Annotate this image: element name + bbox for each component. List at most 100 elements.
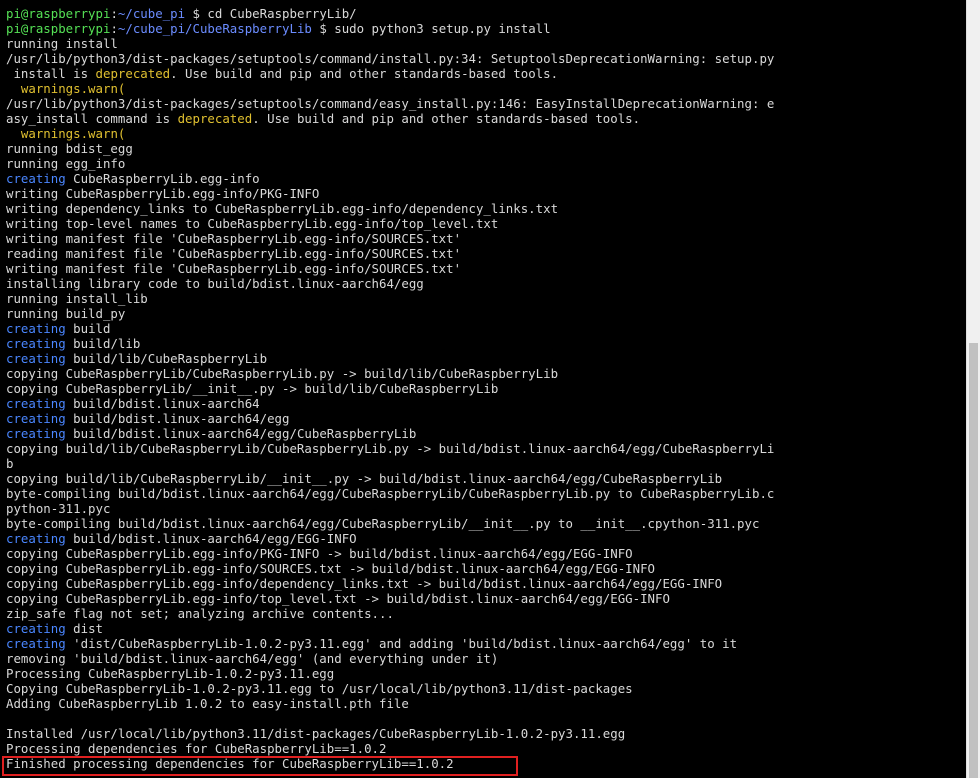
terminal-line: writing CubeRaspberryLib.egg-info/PKG-IN… <box>6 186 966 201</box>
terminal-line: copying CubeRaspberryLib.egg-info/top_le… <box>6 591 966 606</box>
vertical-scrollbar[interactable] <box>966 0 980 778</box>
terminal-text-segment: removing 'build/bdist.linux-aarch64/egg'… <box>6 651 499 666</box>
terminal-text-segment: Processing CubeRaspberryLib-1.0.2-py3.11… <box>6 666 335 681</box>
terminal-line: running build_py <box>6 306 966 321</box>
terminal-text-segment: creating <box>6 396 66 411</box>
terminal-text-segment: python-311.pyc <box>6 501 111 516</box>
terminal-line: creating CubeRaspberryLib.egg-info <box>6 171 966 186</box>
terminal-text-segment: creating <box>6 621 66 636</box>
scrollbar-thumb[interactable] <box>969 343 978 778</box>
terminal-line: installing library code to build/bdist.l… <box>6 276 966 291</box>
terminal-text-segment: writing top-level names to CubeRaspberry… <box>6 216 499 231</box>
terminal-text-segment: /usr/lib/python3/dist-packages/setuptool… <box>6 51 775 66</box>
terminal-line: creating build/bdist.linux-aarch64/egg <box>6 411 966 426</box>
terminal-line: removing 'build/bdist.linux-aarch64/egg'… <box>6 651 966 666</box>
terminal-text-segment: asy_install command is <box>6 111 178 126</box>
terminal-text-segment: build/bdist.linux-aarch64 <box>65 396 260 411</box>
terminal-line: copying CubeRaspberryLib.egg-info/SOURCE… <box>6 561 966 576</box>
terminal-text-segment: warnings.warn( <box>20 126 126 141</box>
terminal-line: Finished processing dependencies for Cub… <box>6 756 966 771</box>
terminal-line: install is deprecated. Use build and pip… <box>6 66 966 81</box>
terminal-line: Copying CubeRaspberryLib-1.0.2-py3.11.eg… <box>6 681 966 696</box>
terminal-text-segment: running install_lib <box>6 291 148 306</box>
terminal-line: copying CubeRaspberryLib.egg-info/PKG-IN… <box>6 546 966 561</box>
terminal-text-segment: pi@raspberrypi <box>6 6 111 21</box>
terminal-line: writing manifest file 'CubeRaspberryLib.… <box>6 231 966 246</box>
terminal-text-segment: b <box>6 456 14 471</box>
terminal-text-segment: /usr/lib/python3/dist-packages/setuptool… <box>6 96 775 111</box>
terminal-line: creating build/bdist.linux-aarch64/egg/E… <box>6 531 966 546</box>
terminal-line: zip_safe flag not set; analyzing archive… <box>6 606 966 621</box>
terminal-text-segment: : <box>110 21 118 36</box>
terminal-text-segment: writing manifest file 'CubeRaspberryLib.… <box>6 261 462 276</box>
terminal-line: warnings.warn( <box>6 126 966 141</box>
terminal-text-segment: deprecated <box>95 66 171 81</box>
terminal-line: running bdist_egg <box>6 141 966 156</box>
terminal-line: creating build/lib/CubeRaspberryLib <box>6 351 966 366</box>
terminal-line: running install_lib <box>6 291 966 306</box>
terminal-line: byte-compiling build/bdist.linux-aarch64… <box>6 486 966 501</box>
terminal-text-segment: writing manifest file 'CubeRaspberryLib.… <box>6 231 462 246</box>
terminal-line: writing manifest file 'CubeRaspberryLib.… <box>6 261 966 276</box>
terminal-text-segment: build/lib <box>65 336 141 351</box>
terminal-text-segment: build/lib/CubeRaspberryLib <box>65 351 268 366</box>
terminal-text-segment: byte-compiling build/bdist.linux-aarch64… <box>6 516 760 531</box>
terminal-text-segment: writing dependency_links to CubeRaspberr… <box>6 201 559 216</box>
terminal-text-segment: copying CubeRaspberryLib.egg-info/SOURCE… <box>6 561 656 576</box>
terminal-text-segment: running bdist_egg <box>6 141 133 156</box>
terminal-text-segment: Copying CubeRaspberryLib-1.0.2-py3.11.eg… <box>6 681 633 696</box>
terminal-text-segment: creating <box>6 531 66 546</box>
terminal-text-segment: copying build/lib/CubeRaspberryLib/CubeR… <box>6 441 775 456</box>
terminal-text-segment: byte-compiling build/bdist.linux-aarch64… <box>6 486 775 501</box>
terminal-text-segment: installing library code to build/bdist.l… <box>6 276 424 291</box>
terminal-output: pi@raspberrypi:~/cube_pi $ cd CubeRaspbe… <box>6 6 966 771</box>
terminal-text-segment: creating <box>6 336 66 351</box>
terminal-text-segment: build <box>65 321 111 336</box>
terminal-line: /usr/lib/python3/dist-packages/setuptool… <box>6 96 966 111</box>
terminal-line: copying CubeRaspberryLib/CubeRaspberryLi… <box>6 366 966 381</box>
terminal-line: pi@raspberrypi:~/cube_pi/CubeRaspberryLi… <box>6 21 966 36</box>
terminal-line: writing top-level names to CubeRaspberry… <box>6 216 966 231</box>
terminal-text-segment: . Use build and pip and other standards-… <box>252 111 641 126</box>
terminal-text-segment: . Use build and pip and other standards-… <box>170 66 559 81</box>
terminal-line: Adding CubeRaspberryLib 1.0.2 to easy-in… <box>6 696 966 711</box>
terminal-line: byte-compiling build/bdist.linux-aarch64… <box>6 516 966 531</box>
terminal-text-segment: creating <box>6 636 66 651</box>
terminal-text-segment: dist <box>65 621 103 636</box>
terminal-text-segment: zip_safe flag not set; analyzing archive… <box>6 606 394 621</box>
terminal-text-segment: copying build/lib/CubeRaspberryLib/__ini… <box>6 471 723 486</box>
terminal-text-segment: 'dist/CubeRaspberryLib-1.0.2-py3.11.egg'… <box>65 636 738 651</box>
terminal-line: running egg_info <box>6 156 966 171</box>
terminal-line: creating 'dist/CubeRaspberryLib-1.0.2-py… <box>6 636 966 651</box>
terminal-text-segment: copying CubeRaspberryLib.egg-info/top_le… <box>6 591 670 606</box>
terminal-line: creating build <box>6 321 966 336</box>
terminal-text-segment: $ cd CubeRaspberryLib/ <box>185 6 357 21</box>
terminal-text-segment: copying CubeRaspberryLib/CubeRaspberryLi… <box>6 366 559 381</box>
terminal-text-segment: CubeRaspberryLib.egg-info <box>65 171 260 186</box>
terminal-text-segment: build/bdist.linux-aarch64/egg <box>65 411 290 426</box>
terminal-line: /usr/lib/python3/dist-packages/setuptool… <box>6 51 966 66</box>
terminal-line: running install <box>6 36 966 51</box>
terminal-line: copying build/lib/CubeRaspberryLib/CubeR… <box>6 441 966 456</box>
terminal-line: creating dist <box>6 621 966 636</box>
terminal-text-segment: build/bdist.linux-aarch64/egg/EGG-INFO <box>65 531 357 546</box>
terminal-text-segment: Adding CubeRaspberryLib 1.0.2 to easy-in… <box>6 696 409 711</box>
terminal-line: Processing dependencies for CubeRaspberr… <box>6 741 966 756</box>
terminal-window[interactable]: pi@raspberrypi:~/cube_pi $ cd CubeRaspbe… <box>0 0 966 778</box>
terminal-text-segment: pi@raspberrypi <box>6 21 111 36</box>
terminal-text-segment: : <box>110 6 118 21</box>
terminal-text-segment: writing CubeRaspberryLib.egg-info/PKG-IN… <box>6 186 320 201</box>
terminal-text-segment: copying CubeRaspberryLib.egg-info/depend… <box>6 576 723 591</box>
terminal-line: copying build/lib/CubeRaspberryLib/__ini… <box>6 471 966 486</box>
terminal-line: Installed /usr/local/lib/python3.11/dist… <box>6 726 966 741</box>
terminal-text-segment: Processing dependencies for CubeRaspberr… <box>6 741 387 756</box>
terminal-text-segment: Installed /usr/local/lib/python3.11/dist… <box>6 726 626 741</box>
terminal-text-segment: build/bdist.linux-aarch64/egg/CubeRaspbe… <box>65 426 417 441</box>
terminal-text-segment: install is <box>6 66 96 81</box>
terminal-text-segment: running install <box>6 36 118 51</box>
terminal-line: Processing CubeRaspberryLib-1.0.2-py3.11… <box>6 666 966 681</box>
terminal-line: writing dependency_links to CubeRaspberr… <box>6 201 966 216</box>
terminal-line: warnings.warn( <box>6 81 966 96</box>
